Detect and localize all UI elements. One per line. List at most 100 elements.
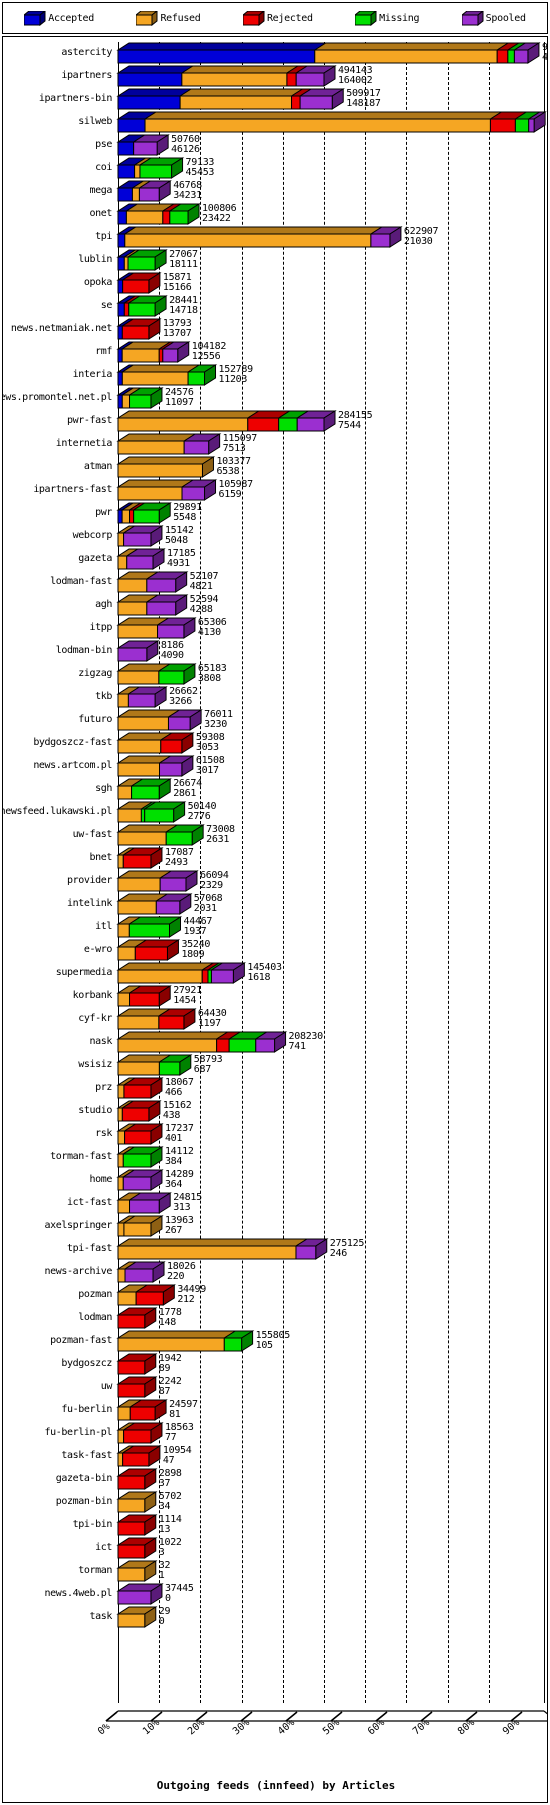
stacked-bar <box>116 226 403 248</box>
stacked-bar <box>116 778 172 800</box>
bar-value-labels: 104182 12556 <box>191 342 227 362</box>
stacked-bar <box>116 847 164 869</box>
bar-value-secondary: 45453 <box>185 167 215 178</box>
category-label: internetia <box>55 438 113 449</box>
bar-value-labels: 66094 2329 <box>200 871 229 891</box>
category-label: bydgoszcz-fast <box>33 737 112 748</box>
bar-row: lodman-fast 52107 4821 <box>3 571 547 594</box>
bar-row: bnet 17087 2493 <box>3 847 547 870</box>
bar-value-secondary: 34 <box>158 1501 171 1512</box>
bar-value-labels: 52594 4288 <box>190 595 219 615</box>
legend-item-accepted: Accepted <box>22 9 94 27</box>
bar-row: fu-berlin 24597 81 <box>3 1399 547 1422</box>
bar-row: lodman-bin 8186 4090 <box>3 640 547 663</box>
bar-value-secondary: 12556 <box>191 351 221 362</box>
bar-value-labels: 65306 4130 <box>198 618 227 638</box>
bar-row: atman 103377 6538 <box>3 456 547 479</box>
bar-value-labels: 8186 4090 <box>161 641 184 661</box>
bar-value-labels: 284155 7544 <box>338 411 373 431</box>
bar-value-secondary: 0 <box>158 1616 165 1627</box>
stacked-bar <box>116 755 195 777</box>
category-label: ict-fast <box>67 1197 112 1208</box>
bar-value-secondary: 14718 <box>169 305 198 316</box>
stacked-bar <box>116 1445 162 1467</box>
category-label: news.promontel.net.pl <box>2 392 112 403</box>
bar-row: pozman-bin 5702 34 <box>3 1491 547 1514</box>
bar-value-secondary: 34231 <box>173 190 202 201</box>
bar-value-labels: 17087 2493 <box>165 848 194 868</box>
bar-value-labels: 939109452164 <box>542 43 547 63</box>
bar-row: pozman 34499 212 <box>3 1284 547 1307</box>
bar-row: ipartners-fast 105987 6159 <box>3 479 547 502</box>
legend-swatch-icon <box>460 9 485 27</box>
bar-row: ipartners-bin 509917 148187 <box>3 88 547 111</box>
bar-value-secondary: 2861 <box>173 788 197 799</box>
category-label: itl <box>95 921 112 932</box>
legend-label: Missing <box>379 12 420 24</box>
bar-value-secondary: 21030 <box>403 236 433 247</box>
bar-value-labels: 34499 212 <box>177 1285 206 1305</box>
bar-value-labels: 208230 741 <box>289 1032 324 1052</box>
bar-value-secondary: 3266 <box>169 696 192 707</box>
bar-row: bydgoszcz-fast 59308 3053 <box>3 732 547 755</box>
bar-value-labels: 35240 1809 <box>181 940 210 960</box>
bar-value-secondary: 13 <box>158 1524 171 1535</box>
category-label: intelink <box>67 898 112 909</box>
stacked-bar <box>116 1031 288 1053</box>
bar-row: se 28441 14718 <box>3 295 547 318</box>
bar-value-labels: 76011 3230 <box>204 710 233 730</box>
bar-value-secondary: 5048 <box>164 535 188 546</box>
stacked-bar <box>116 1100 162 1122</box>
category-label: fu-berlin <box>61 1404 112 1415</box>
legend-item-missing: Missing <box>353 9 420 27</box>
bar-value-labels: 17185 4931 <box>167 549 196 569</box>
bar-value-labels: 18067 466 <box>165 1078 194 1098</box>
stacked-bar <box>116 1491 158 1513</box>
category-label: korbank <box>72 990 113 1001</box>
bar-value-labels: 52107 4821 <box>190 572 219 592</box>
category-label: ipartners <box>61 70 112 81</box>
category-label: torman-fast <box>50 1151 112 1162</box>
stacked-bar <box>116 1560 158 1582</box>
bar-row: tkb 26662 3266 <box>3 686 547 709</box>
bar-row: korbank 27921 1454 <box>3 985 547 1008</box>
bar-row: prz 18067 466 <box>3 1077 547 1100</box>
legend-swatch-icon <box>353 9 378 27</box>
category-label: nask <box>89 1036 113 1047</box>
bar-value-labels: 145403 1618 <box>247 963 282 983</box>
category-label: pozman-bin <box>55 1496 113 1507</box>
bar-row: lublin 27067 18111 <box>3 249 547 272</box>
stacked-bar <box>116 456 216 478</box>
bar-value-secondary: 1454 <box>173 995 197 1006</box>
category-label: tpi <box>95 231 112 242</box>
category-label: wsisiz <box>78 1059 112 1070</box>
bar-value-labels: 509917 148187 <box>346 89 381 109</box>
stacked-bar <box>116 341 191 363</box>
bar-value-labels: 15142 5048 <box>165 526 194 546</box>
stacked-bar <box>116 1238 329 1260</box>
stacked-bar <box>116 732 195 754</box>
bar-row: webcorp 15142 5048 <box>3 525 547 548</box>
category-label: pse <box>95 139 112 150</box>
bar-row: news.4web.pl 37445 0 <box>3 1583 547 1606</box>
category-label: onet <box>89 208 113 219</box>
bar-value-labels: 73008 2631 <box>206 825 235 845</box>
bar-value-secondary: 77 <box>164 1432 177 1443</box>
category-label: uw <box>100 1381 113 1392</box>
category-label: lublin <box>78 254 112 265</box>
category-label: e-wro <box>83 944 113 955</box>
stacked-bar <box>116 272 162 294</box>
stacked-bar <box>116 1169 164 1191</box>
bar-value-labels: 24597 81 <box>169 1400 198 1420</box>
bar-row: rmf 104182 12556 <box>3 341 547 364</box>
category-label: pwr <box>95 507 112 518</box>
stacked-bar <box>116 870 199 892</box>
bar-value-labels: 115097 7513 <box>223 434 258 454</box>
bar-value-labels: 5702 34 <box>159 1492 182 1512</box>
stacked-bar <box>116 203 201 225</box>
bar-value-labels: 18026 220 <box>167 1262 196 1282</box>
bar-value-secondary: 46126 <box>171 144 200 155</box>
stacked-bar <box>116 1399 168 1421</box>
bar-value-secondary: 15166 <box>162 282 192 293</box>
bar-row: mega 46768 34231 <box>3 180 547 203</box>
